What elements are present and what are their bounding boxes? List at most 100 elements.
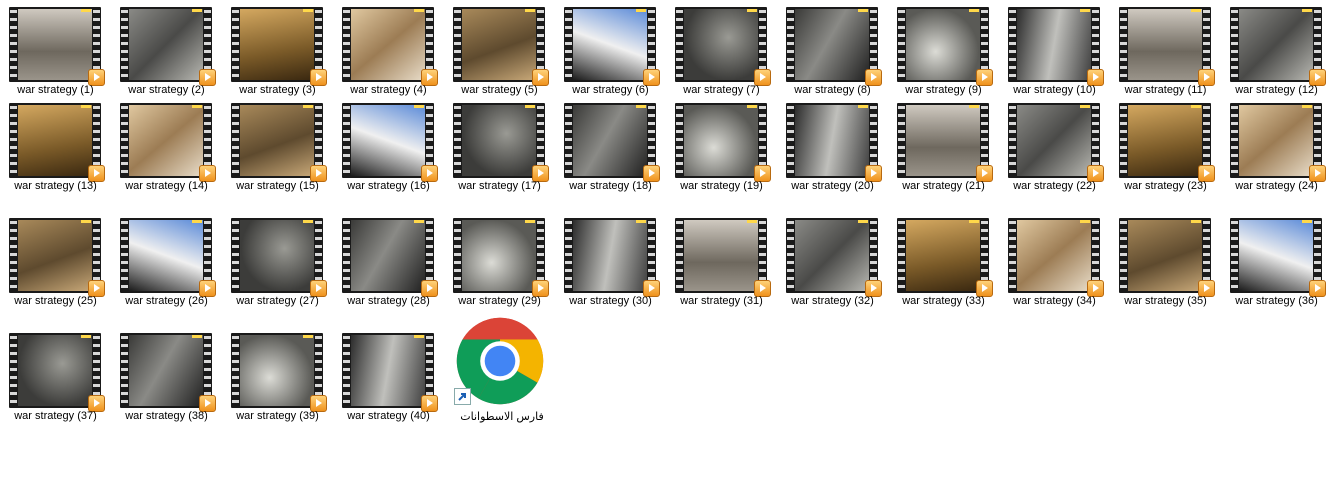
file-label: war strategy (20) [791, 180, 874, 192]
file-label: war strategy (24) [1235, 180, 1318, 192]
video-file[interactable]: war strategy (16) [333, 96, 444, 196]
file-label: war strategy (27) [236, 295, 319, 307]
video-file[interactable]: war strategy (39) [222, 326, 333, 426]
video-file[interactable]: war strategy (12) [1221, 0, 1332, 100]
file-label: war strategy (17) [458, 180, 541, 192]
file-label: war strategy (12) [1235, 84, 1318, 96]
file-label: war strategy (39) [236, 410, 319, 422]
video-file[interactable]: war strategy (4) [333, 0, 444, 100]
video-file[interactable]: war strategy (26) [111, 211, 222, 311]
video-thumbnail [684, 9, 758, 80]
video-file-icon [564, 218, 660, 297]
video-file[interactable]: war strategy (29) [444, 211, 555, 311]
video-file[interactable]: war strategy (2) [111, 0, 222, 100]
file-label: war strategy (38) [125, 410, 208, 422]
file-label: war strategy (1) [17, 84, 94, 96]
file-label: war strategy (40) [347, 410, 430, 422]
video-file[interactable]: war strategy (25) [0, 211, 111, 311]
video-file[interactable]: war strategy (30) [555, 211, 666, 311]
video-thumbnail [18, 105, 92, 176]
video-file[interactable]: war strategy (21) [888, 96, 999, 196]
video-file-icon [453, 7, 549, 86]
video-thumbnail [129, 335, 203, 406]
video-file[interactable]: war strategy (13) [0, 96, 111, 196]
file-label: war strategy (30) [569, 295, 652, 307]
video-file[interactable]: war strategy (33) [888, 211, 999, 311]
video-file-icon [1008, 218, 1104, 297]
video-file-icon [564, 103, 660, 182]
video-thumbnail [351, 105, 425, 176]
video-file[interactable]: war strategy (11) [1110, 0, 1221, 100]
video-file[interactable]: war strategy (34) [999, 211, 1110, 311]
video-file[interactable]: war strategy (38) [111, 326, 222, 426]
video-file[interactable]: war strategy (1) [0, 0, 111, 100]
video-thumbnail [795, 9, 869, 80]
video-file[interactable]: war strategy (7) [666, 0, 777, 100]
video-file[interactable]: war strategy (18) [555, 96, 666, 196]
video-file[interactable]: war strategy (17) [444, 96, 555, 196]
video-file-icon [9, 218, 105, 297]
chrome-shortcut[interactable]: فارس الاسطوانات [452, 316, 552, 426]
video-thumbnail [1239, 9, 1313, 80]
file-label: war strategy (8) [794, 84, 871, 96]
video-file[interactable]: war strategy (3) [222, 0, 333, 100]
file-label: war strategy (16) [347, 180, 430, 192]
file-label: war strategy (34) [1013, 295, 1096, 307]
video-file[interactable]: war strategy (37) [0, 326, 111, 426]
video-file-icon [231, 103, 327, 182]
video-file[interactable]: war strategy (24) [1221, 96, 1332, 196]
video-thumbnail [240, 335, 314, 406]
video-file[interactable]: war strategy (28) [333, 211, 444, 311]
file-label: war strategy (37) [14, 410, 97, 422]
video-thumbnail [1017, 9, 1091, 80]
file-label: war strategy (18) [569, 180, 652, 192]
video-thumbnail [906, 9, 980, 80]
video-file[interactable]: war strategy (10) [999, 0, 1110, 100]
file-label: war strategy (3) [239, 84, 316, 96]
file-label: war strategy (35) [1124, 295, 1207, 307]
video-thumbnail [684, 220, 758, 291]
video-thumbnail [906, 105, 980, 176]
video-file[interactable]: war strategy (9) [888, 0, 999, 100]
video-file-icon [786, 103, 882, 182]
video-thumbnail [1017, 105, 1091, 176]
video-file[interactable]: war strategy (6) [555, 0, 666, 100]
video-thumbnail [795, 105, 869, 176]
video-file[interactable]: war strategy (5) [444, 0, 555, 100]
file-label: war strategy (10) [1013, 84, 1096, 96]
video-file-icon [1008, 7, 1104, 86]
video-file[interactable]: war strategy (19) [666, 96, 777, 196]
video-thumbnail [1128, 220, 1202, 291]
video-file[interactable]: war strategy (36) [1221, 211, 1332, 311]
video-thumbnail [1017, 220, 1091, 291]
video-file[interactable]: war strategy (15) [222, 96, 333, 196]
video-thumbnail [18, 335, 92, 406]
file-label: war strategy (5) [461, 84, 538, 96]
video-file[interactable]: war strategy (8) [777, 0, 888, 100]
video-thumbnail [351, 9, 425, 80]
video-file[interactable]: war strategy (14) [111, 96, 222, 196]
video-thumbnail [906, 220, 980, 291]
video-file-icon [897, 103, 993, 182]
video-file-icon [897, 218, 993, 297]
file-label: war strategy (7) [683, 84, 760, 96]
video-file-icon [675, 7, 771, 86]
video-file[interactable]: war strategy (32) [777, 211, 888, 311]
file-label: war strategy (9) [905, 84, 982, 96]
video-file[interactable]: war strategy (40) [333, 326, 444, 426]
video-file-icon [1230, 218, 1326, 297]
file-label: war strategy (26) [125, 295, 208, 307]
video-file-icon [9, 103, 105, 182]
video-file[interactable]: war strategy (23) [1110, 96, 1221, 196]
file-label: war strategy (11) [1124, 84, 1207, 96]
file-label: war strategy (28) [347, 295, 430, 307]
video-thumbnail [1239, 220, 1313, 291]
video-file[interactable]: war strategy (27) [222, 211, 333, 311]
video-file[interactable]: war strategy (31) [666, 211, 777, 311]
file-label: war strategy (21) [902, 180, 985, 192]
video-file[interactable]: war strategy (35) [1110, 211, 1221, 311]
video-file-icon [675, 218, 771, 297]
video-file[interactable]: war strategy (20) [777, 96, 888, 196]
video-file[interactable]: war strategy (22) [999, 96, 1110, 196]
video-file-icon [9, 333, 105, 412]
